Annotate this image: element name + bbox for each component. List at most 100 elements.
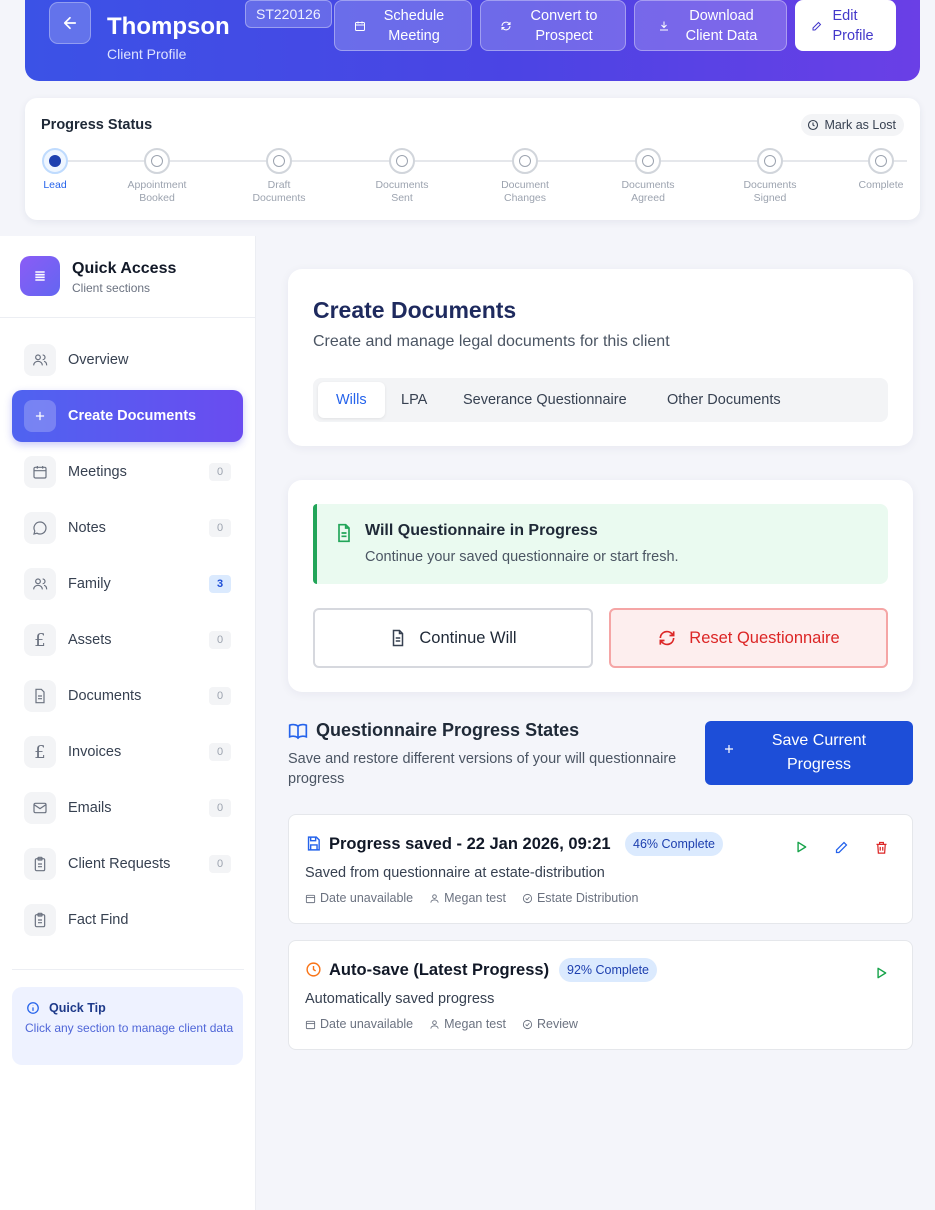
progress-state-item: Auto-save (Latest Progress) 92% Complete… <box>288 940 913 1050</box>
client-id-badge: ST220126 <box>245 0 332 28</box>
tab-other-documents[interactable]: Other Documents <box>649 382 799 418</box>
meta-user-text: Megan test <box>444 1017 506 1031</box>
progress-step-documents-sent[interactable]: Documents Sent <box>352 148 452 205</box>
progress-step-documents-agreed[interactable]: Documents Agreed <box>598 148 698 205</box>
clock-icon <box>808 119 819 131</box>
convert-to-prospect-button[interactable]: Convert to Prospect <box>480 0 626 51</box>
divider <box>12 969 244 970</box>
clipboard-icon <box>24 904 56 936</box>
create-documents-card: Create Documents Create and manage legal… <box>288 269 913 446</box>
mark-as-lost-button[interactable]: Mark as Lost <box>801 114 904 136</box>
progress-step-complete[interactable]: Complete <box>831 148 931 192</box>
sidebar-item-assets[interactable]: £ Assets 0 <box>12 614 243 666</box>
mail-icon <box>24 792 56 824</box>
tab-severance-questionnaire[interactable]: Severance Questionnaire <box>445 382 645 418</box>
meta-user-text: Megan test <box>444 891 506 905</box>
continue-will-button[interactable]: Continue Will <box>313 608 593 668</box>
rename-button[interactable] <box>831 837 851 857</box>
will-status-card: Will Questionnaire in Progress Continue … <box>288 480 913 692</box>
progress-status-card: Progress Status Mark as Lost Lead Appoin… <box>25 98 920 220</box>
restore-button[interactable] <box>791 837 811 857</box>
step-label: Document Changes <box>501 179 549 204</box>
tab-lpa[interactable]: LPA <box>383 382 445 418</box>
play-icon <box>797 841 807 853</box>
list-icon <box>20 256 60 296</box>
download-icon <box>659 21 668 30</box>
step-label: Documents Sent <box>375 179 429 204</box>
progress-state-title: Progress saved - 22 Jan 2026, 09:21 <box>329 835 611 853</box>
edit-profile-button[interactable]: Edit Profile <box>795 0 896 51</box>
sidebar-item-label: Invoices <box>68 744 122 760</box>
sidebar-item-overview[interactable]: Overview <box>12 334 243 386</box>
meta-date: Date unavailable <box>305 891 413 905</box>
tab-wills[interactable]: Wills <box>318 382 385 418</box>
progress-states-title: Questionnaire Progress States <box>316 720 580 740</box>
calendar-icon <box>24 456 56 488</box>
quick-tip-box: Quick Tip Click any section to manage cl… <box>12 987 243 1065</box>
quick-access-subtitle: Client sections <box>72 281 151 295</box>
info-icon <box>27 1002 39 1014</box>
calendar-icon <box>355 21 365 31</box>
restore-button[interactable] <box>871 963 891 983</box>
users-icon <box>24 568 56 600</box>
sidebar-item-family[interactable]: Family 3 <box>12 558 243 610</box>
banner-text: Continue your saved questionnaire or sta… <box>365 549 679 565</box>
meta-user: Megan test <box>429 1017 506 1031</box>
progress-step-appointment-booked[interactable]: Appointment Booked <box>107 148 207 205</box>
edit-icon <box>812 21 821 30</box>
delete-button[interactable] <box>871 837 891 857</box>
sidebar-item-client-requests[interactable]: Client Requests 0 <box>12 838 243 890</box>
schedule-meeting-button[interactable]: Schedule Meeting <box>334 0 472 51</box>
client-header: Thompson Client Profile ST220126 Schedul… <box>25 0 920 81</box>
back-button[interactable] <box>49 2 91 44</box>
user-icon <box>430 1019 439 1029</box>
sidebar-item-emails[interactable]: Emails 0 <box>12 782 243 834</box>
page-title: Create Documents <box>313 297 517 323</box>
quick-tip-text: Click any section to manage client data <box>25 1021 234 1035</box>
sidebar-item-fact-find[interactable]: Fact Find <box>12 894 243 946</box>
step-label: Draft Documents <box>252 179 306 204</box>
pound-icon: £ <box>24 736 56 768</box>
count-badge: 0 <box>209 687 231 705</box>
schedule-meeting-label: Schedule Meeting <box>383 7 445 44</box>
progress-state-title: Auto-save (Latest Progress) <box>329 961 550 979</box>
progress-step-documents-signed[interactable]: Documents Signed <box>720 148 820 205</box>
user-icon <box>430 893 439 903</box>
play-icon <box>877 967 887 979</box>
sidebar-item-label: Assets <box>68 632 112 648</box>
trash-icon <box>876 841 886 854</box>
sidebar-item-create-documents[interactable]: Create Documents <box>12 390 243 442</box>
meta-date-text: Date unavailable <box>320 891 414 905</box>
plus-icon <box>725 745 733 753</box>
mark-as-lost-label: Mark as Lost <box>824 118 896 132</box>
sidebar-item-notes[interactable]: Notes 0 <box>12 502 243 554</box>
progress-state-item: Progress saved - 22 Jan 2026, 09:21 46% … <box>288 814 913 924</box>
progress-step-document-changes[interactable]: Document Changes <box>475 148 575 205</box>
sidebar-item-label: Notes <box>68 520 106 536</box>
client-name: Thompson <box>107 13 230 40</box>
save-current-progress-label: Save Current Progress <box>771 732 867 773</box>
quick-access-sidebar: Quick Access Client sections Overview Cr… <box>0 236 256 1210</box>
sidebar-item-label: Client Requests <box>68 856 171 872</box>
completion-badge: 46% Complete <box>625 832 723 856</box>
download-client-data-button[interactable]: Download Client Data <box>634 0 787 51</box>
sidebar-item-meetings[interactable]: Meetings 0 <box>12 446 243 498</box>
sidebar-item-documents[interactable]: Documents 0 <box>12 670 243 722</box>
progress-step-draft-documents[interactable]: Draft Documents <box>229 148 329 205</box>
sidebar-item-label: Meetings <box>68 464 127 480</box>
sidebar-item-invoices[interactable]: £ Invoices 0 <box>12 726 243 778</box>
download-client-data-label: Download Client Data <box>685 7 758 44</box>
meta-date-text: Date unavailable <box>320 1017 414 1031</box>
calendar-icon <box>305 894 316 903</box>
completion-badge: 92% Complete <box>559 958 657 982</box>
reset-questionnaire-button[interactable]: Reset Questionnaire <box>609 608 888 668</box>
check-circle-icon <box>522 893 533 903</box>
save-current-progress-button[interactable]: Save Current Progress <box>705 721 913 785</box>
meta-section-text: Estate Distribution <box>536 891 639 905</box>
progress-state-description: Automatically saved progress <box>305 991 495 1007</box>
meta-user: Megan test <box>429 891 506 905</box>
progress-step-lead[interactable]: Lead <box>5 148 105 192</box>
book-icon <box>288 723 308 740</box>
pencil-icon <box>835 841 847 853</box>
sidebar-item-label: Overview <box>68 352 129 368</box>
